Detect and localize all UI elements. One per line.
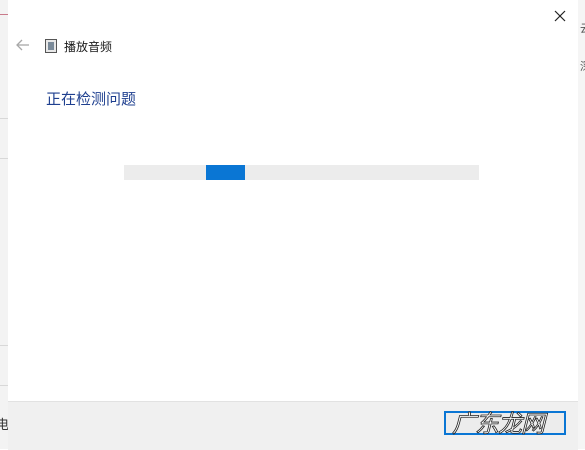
divider bbox=[0, 385, 8, 386]
close-button[interactable] bbox=[548, 4, 572, 28]
divider bbox=[0, 345, 8, 346]
divider bbox=[0, 158, 8, 159]
troubleshooter-dialog: 播放音频 正在检测问题 bbox=[8, 0, 578, 450]
troubleshooter-icon bbox=[45, 39, 57, 53]
background-right-text-2: 深 bbox=[580, 58, 585, 74]
back-arrow-icon bbox=[16, 39, 29, 51]
back-button[interactable] bbox=[14, 36, 32, 54]
progress-bar bbox=[124, 165, 479, 180]
progress-indicator bbox=[206, 165, 245, 180]
watermark-logo: 广东龙网 bbox=[452, 410, 549, 439]
background-right-text-1: 云 bbox=[580, 20, 585, 36]
watermark-text: 广东龙网 bbox=[452, 410, 548, 438]
divider bbox=[0, 14, 8, 15]
divider bbox=[0, 118, 8, 119]
dialog-title: 播放音频 bbox=[64, 40, 113, 54]
close-icon bbox=[554, 10, 566, 22]
status-heading: 正在检测问题 bbox=[46, 90, 137, 108]
